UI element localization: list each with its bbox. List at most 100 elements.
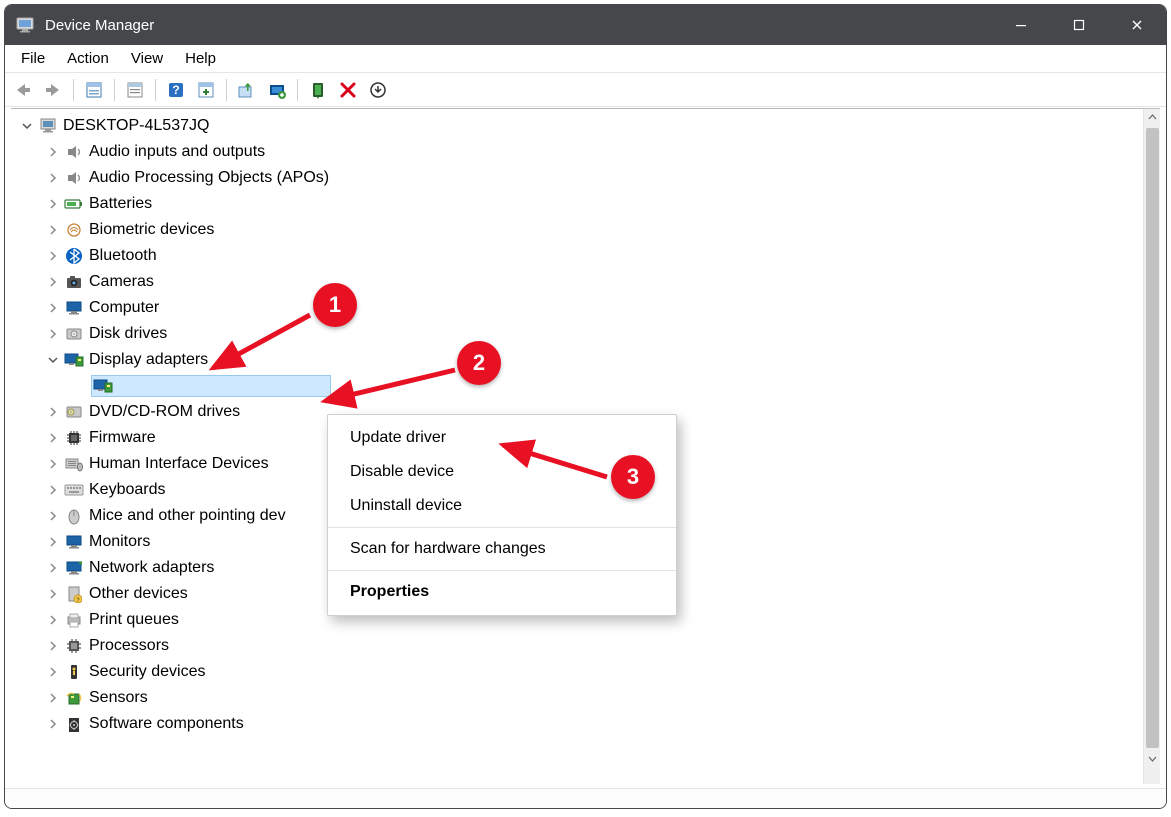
chevron-right-icon[interactable] — [45, 326, 61, 342]
tree-category[interactable]: Cameras — [13, 269, 1141, 295]
camera-icon — [63, 272, 85, 292]
tree-category[interactable]: Security devices — [13, 659, 1141, 685]
menu-view[interactable]: View — [121, 48, 173, 69]
tree-category-label: Network adapters — [89, 560, 214, 576]
mouse-icon — [63, 506, 85, 526]
toolbar-add-legacy-button[interactable] — [263, 76, 291, 104]
disk-icon — [63, 324, 85, 344]
tree-category[interactable]: Audio inputs and outputs — [13, 139, 1141, 165]
tree-category-label: Software components — [89, 716, 244, 732]
chevron-right-icon[interactable] — [45, 274, 61, 290]
tree-category[interactable]: Bluetooth — [13, 243, 1141, 269]
minimize-button[interactable] — [992, 5, 1050, 45]
chevron-right-icon[interactable] — [45, 248, 61, 264]
battery-icon — [63, 194, 85, 214]
toolbar-enable-button[interactable] — [304, 76, 332, 104]
context-properties[interactable]: Properties — [328, 575, 676, 609]
tree-category[interactable]: Processors — [13, 633, 1141, 659]
toolbar-show-hidden-button[interactable] — [80, 76, 108, 104]
tree-category-label: Monitors — [89, 534, 150, 550]
maximize-button[interactable] — [1050, 5, 1108, 45]
toolbar-properties-button[interactable] — [121, 76, 149, 104]
chevron-right-icon[interactable] — [45, 560, 61, 576]
chevron-right-icon[interactable] — [45, 716, 61, 732]
tree-category[interactable]: Batteries — [13, 191, 1141, 217]
titlebar: Device Manager — [5, 5, 1166, 45]
tree-category[interactable]: Display adapters — [13, 347, 1141, 373]
unknown-icon: ? — [63, 584, 85, 604]
context-update-driver[interactable]: Update driver — [328, 421, 676, 455]
monitor-card-icon — [63, 350, 85, 370]
menu-help[interactable]: Help — [175, 48, 226, 69]
menu-action[interactable]: Action — [57, 48, 119, 69]
tree-root[interactable]: DESKTOP-4L537JQ — [13, 113, 1141, 139]
software-icon — [63, 714, 85, 734]
tree-category[interactable]: Sensors — [13, 685, 1141, 711]
chevron-right-icon[interactable] — [45, 144, 61, 160]
chevron-right-icon[interactable] — [45, 612, 61, 628]
tree-root-label: DESKTOP-4L537JQ — [63, 118, 209, 134]
scrollbar-vertical[interactable] — [1143, 109, 1160, 784]
toolbar-scan-button[interactable] — [192, 76, 220, 104]
toolbar-forward-button[interactable] — [39, 76, 67, 104]
fingerprint-icon — [63, 220, 85, 240]
chevron-right-icon[interactable] — [45, 222, 61, 238]
context-uninstall-device[interactable]: Uninstall device — [328, 489, 676, 523]
chevron-right-icon[interactable] — [45, 456, 61, 472]
context-menu: Update driver Disable device Uninstall d… — [327, 414, 677, 616]
toolbar-help-button[interactable]: ? — [162, 76, 190, 104]
scroll-up-icon[interactable] — [1146, 111, 1159, 124]
tree-category-label: Mice and other pointing dev — [89, 508, 286, 524]
app-icon — [15, 15, 35, 35]
monitor-icon — [63, 298, 85, 318]
chevron-right-icon[interactable] — [45, 404, 61, 420]
chevron-right-icon[interactable] — [45, 638, 61, 654]
chevron-right-icon[interactable] — [45, 300, 61, 316]
chevron-right-icon[interactable] — [45, 586, 61, 602]
chevron-right-icon[interactable] — [45, 664, 61, 680]
scroll-thumb[interactable] — [1146, 128, 1159, 748]
chevron-right-icon[interactable] — [45, 196, 61, 212]
close-button[interactable] — [1108, 5, 1166, 45]
device-manager-window: Device Manager File Action View Help — [4, 4, 1167, 809]
tree-category[interactable]: Audio Processing Objects (APOs) — [13, 165, 1141, 191]
chevron-right-icon[interactable] — [45, 482, 61, 498]
window-title: Device Manager — [45, 17, 154, 34]
menu-file[interactable]: File — [11, 48, 55, 69]
tree-category[interactable]: Disk drives — [13, 321, 1141, 347]
tree-category[interactable]: Software components — [13, 711, 1141, 737]
toolbar-update-driver-button[interactable] — [233, 76, 261, 104]
toolbar-back-button[interactable] — [9, 76, 37, 104]
tree-category-label: Other devices — [89, 586, 188, 602]
tree-category[interactable]: Computer — [13, 295, 1141, 321]
status-bar — [5, 788, 1166, 808]
context-scan-hardware[interactable]: Scan for hardware changes — [328, 532, 676, 566]
chevron-right-icon[interactable] — [45, 534, 61, 550]
tree-category-label: Audio Processing Objects (APOs) — [89, 170, 329, 186]
tree-category-label: Audio inputs and outputs — [89, 144, 265, 160]
chevron-down-icon[interactable] — [45, 352, 61, 368]
tree-category-label: Cameras — [89, 274, 154, 290]
tree-category-label: Human Interface Devices — [89, 456, 269, 472]
chevron-down-icon[interactable] — [19, 118, 35, 134]
chevron-right-icon[interactable] — [45, 508, 61, 524]
tree-category[interactable]: Biometric devices — [13, 217, 1141, 243]
optical-icon — [63, 402, 85, 422]
svg-text:?: ? — [172, 83, 179, 97]
security-icon — [63, 662, 85, 682]
tree-device-selected[interactable] — [13, 373, 1141, 399]
printer-icon — [63, 610, 85, 630]
chevron-right-icon[interactable] — [45, 690, 61, 706]
toolbar-more-button[interactable] — [364, 76, 392, 104]
tree-category-label: Firmware — [89, 430, 156, 446]
network-icon — [63, 558, 85, 578]
chip-icon — [63, 428, 85, 448]
tree-category-label: DVD/CD-ROM drives — [89, 404, 240, 420]
context-disable-device[interactable]: Disable device — [328, 455, 676, 489]
chevron-right-icon[interactable] — [45, 170, 61, 186]
chevron-right-icon[interactable] — [45, 430, 61, 446]
tree-category-label: Computer — [89, 300, 159, 316]
toolbar-uninstall-button[interactable] — [334, 76, 362, 104]
scroll-down-icon[interactable] — [1146, 752, 1159, 765]
hid-icon — [63, 454, 85, 474]
